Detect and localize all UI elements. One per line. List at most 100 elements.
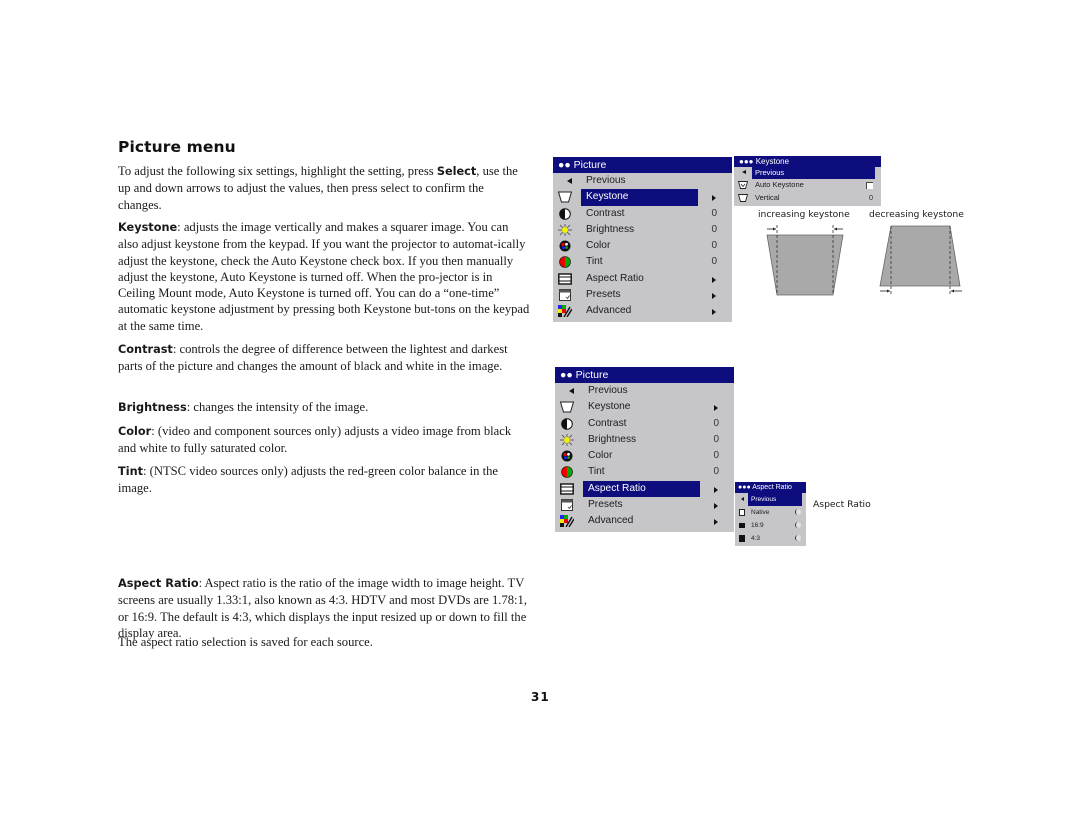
native-radio[interactable]	[795, 509, 801, 515]
keystone-text: : adjusts the image vertically and makes…	[118, 220, 530, 333]
intro-paragraph: To adjust the following six settings, hi…	[118, 163, 530, 213]
menu-item-label: Color	[588, 450, 613, 462]
picture-menu-keystone-selected: ●● Picture Previous Keystone Contrast 0 Brig…	[553, 157, 732, 322]
menu-item-contrast[interactable]: Contrast 0	[555, 416, 734, 432]
keystone-term: Keystone	[118, 221, 178, 234]
menu-item-presets[interactable]: Presets	[555, 497, 734, 513]
keystone-icon	[738, 193, 748, 202]
native-icon	[739, 509, 745, 516]
menu-item-presets[interactable]: Presets	[553, 287, 732, 303]
aspect-previous-item[interactable]: Previous	[735, 493, 806, 506]
menu-item-advanced[interactable]: Advanced	[555, 513, 734, 529]
menu-item-aspect-ratio[interactable]: Aspect Ratio	[555, 480, 734, 498]
brightness-icon	[560, 433, 574, 446]
keystone-icon	[558, 191, 572, 203]
intro-text: To adjust the following six settings, hi…	[118, 164, 437, 178]
aspect-ratio-icon	[560, 483, 574, 495]
menu-item-aspect-ratio[interactable]: Aspect Ratio	[553, 271, 732, 287]
keystone-previous-item[interactable]: Previous	[734, 167, 881, 180]
aspect-submenu-header: ●●● Aspect Ratio	[735, 482, 806, 493]
menu-item-tint[interactable]: Tint 0	[555, 464, 734, 480]
contrast-text: : controls the degree of difference betw…	[118, 342, 508, 374]
select-term: Select	[436, 165, 477, 178]
keystone-shape	[879, 225, 961, 287]
menu-item-value: 0	[711, 256, 717, 268]
menu-item-label: Presets	[588, 499, 623, 511]
menu-item-label: Previous	[586, 175, 626, 186]
menu-item-value: 0	[711, 240, 717, 252]
aspect-4-3-item[interactable]: 4:3	[735, 532, 806, 545]
submenu-arrow-icon	[714, 519, 718, 526]
keystone-icon	[560, 401, 574, 413]
brightness-icon	[558, 223, 572, 236]
menu-item-label: Contrast	[586, 207, 625, 219]
menu-item-color[interactable]: Color 0	[553, 238, 732, 254]
aspect-ratio-term: Aspect Ratio	[118, 577, 199, 590]
menu-item-label: Color	[586, 240, 611, 252]
auto-keystone-checkbox[interactable]	[866, 182, 873, 190]
brightness-paragraph: Brightness: changes the intensity of the…	[118, 399, 530, 416]
brightness-text: : changes the intensity of the image.	[186, 400, 369, 414]
menu-item-keystone[interactable]: Keystone	[553, 189, 732, 206]
vertical-keystone-item[interactable]: Vertical 0	[734, 192, 881, 204]
menu-item-label: Keystone	[588, 401, 631, 413]
menu-item-label: Aspect Ratio	[586, 272, 644, 284]
decreasing-keystone-diagram	[879, 225, 962, 295]
aspect-ratio-caption: Aspect Ratio	[813, 499, 871, 510]
color-term: Color	[118, 425, 152, 438]
menu-item-tint[interactable]: Tint 0	[553, 254, 732, 270]
aspect-native-item[interactable]: Native	[735, 506, 806, 519]
standard-icon	[739, 535, 745, 542]
menu-item-previous[interactable]: Previous	[553, 173, 732, 189]
submenu-arrow-icon	[714, 503, 718, 510]
menu-item-label: Brightness	[588, 433, 637, 445]
keystone-submenu: ●●● Keystone Previous Auto Keystone Vert…	[734, 156, 881, 206]
menu-item-value: 0	[713, 433, 719, 445]
16-9-radio[interactable]	[795, 522, 801, 528]
keystone-submenu-header: ●●● Keystone	[734, 156, 881, 167]
menu-item-label: Keystone	[581, 189, 698, 206]
menu-item-color[interactable]: Color 0	[555, 448, 734, 464]
menu-item-label: Previous	[748, 493, 802, 506]
aspect-ratio-icon	[558, 273, 572, 285]
increasing-keystone-caption: increasing keystone	[758, 209, 850, 220]
menu-item-value: 0	[713, 450, 719, 462]
menu-item-value: 0	[711, 223, 717, 235]
menu-item-label: Tint	[586, 256, 603, 268]
submenu-arrow-icon	[712, 293, 716, 300]
menu-item-value: 0	[711, 207, 717, 219]
menu-item-label: Aspect Ratio	[583, 480, 700, 498]
page-title: Picture menu	[118, 138, 236, 156]
menu-item-brightness[interactable]: Brightness 0	[555, 432, 734, 448]
color-paragraph: Color: (video and component sources only…	[118, 423, 530, 457]
brightness-term: Brightness	[118, 401, 187, 414]
menu-item-previous[interactable]: Previous	[555, 383, 734, 399]
menu-item-brightness[interactable]: Brightness 0	[553, 222, 732, 238]
keystone-paragraph: Keystone: adjusts the image vertically a…	[118, 219, 530, 334]
presets-icon	[559, 289, 571, 302]
auto-keystone-item[interactable]: Auto Keystone	[734, 179, 881, 191]
advanced-icon	[560, 515, 574, 528]
menu-item-keystone[interactable]: Keystone	[555, 399, 734, 415]
menu-item-label: Contrast	[588, 417, 627, 429]
advanced-icon	[558, 305, 572, 318]
submenu-arrow-icon	[714, 405, 718, 412]
picture-menu-header: ●● Picture	[555, 367, 734, 383]
picture-menu-items: Previous Keystone Contrast 0 Brightness 0 Colo…	[553, 173, 732, 320]
color-icon	[559, 240, 571, 252]
aspect-ratio-submenu: ●●● Aspect Ratio Previous Native 16:9 4:…	[735, 482, 806, 546]
tint-icon	[561, 466, 573, 479]
menu-item-label: 16:9	[751, 522, 764, 529]
menu-item-label: Previous	[752, 167, 875, 180]
menu-item-value: 0	[713, 417, 719, 429]
arrowhead	[773, 227, 776, 231]
contrast-icon	[561, 417, 573, 430]
4-3-radio[interactable]	[795, 535, 801, 541]
menu-item-advanced[interactable]: Advanced	[553, 303, 732, 319]
arrowhead	[887, 289, 890, 293]
previous-arrow-icon	[569, 388, 574, 394]
widescreen-icon	[739, 523, 745, 528]
aspect-16-9-item[interactable]: 16:9	[735, 519, 806, 532]
menu-item-contrast[interactable]: Contrast 0	[553, 206, 732, 222]
picture-menu-items: Previous Keystone Contrast 0 Brightness 0 Colo…	[555, 383, 734, 530]
